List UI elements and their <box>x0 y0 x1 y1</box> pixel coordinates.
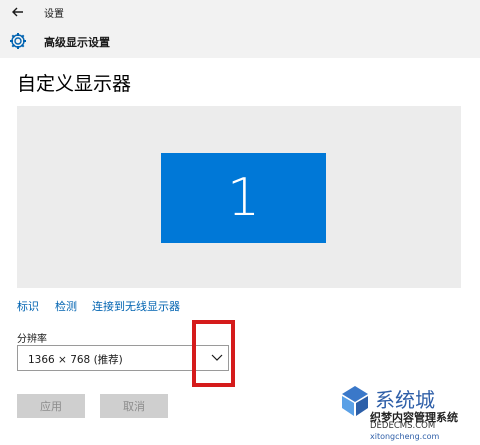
window-title: 设置 <box>44 9 64 20</box>
page-header: 高级显示设置 <box>0 24 480 58</box>
title-bar: 设置 <box>0 0 480 24</box>
highlight-annotation <box>192 320 235 387</box>
page-title: 自定义显示器 <box>17 73 132 95</box>
watermark-line-2: DEDECMS.COM <box>370 421 436 431</box>
apply-button[interactable]: 应用 <box>17 394 85 418</box>
gear-icon <box>10 33 26 49</box>
section-title: 高级显示设置 <box>44 36 110 49</box>
watermark-line-3: xitongcheng.com <box>370 432 440 441</box>
back-arrow-icon[interactable] <box>10 4 26 20</box>
monitor-tile[interactable]: 1 <box>161 153 326 243</box>
detect-link[interactable]: 检测 <box>55 298 77 314</box>
resolution-label: 分辨率 <box>17 334 47 345</box>
resolution-value: 1366 × 768 (推荐) <box>28 354 123 366</box>
display-arrangement-area: 1 <box>17 106 461 288</box>
watermark-logo <box>342 386 368 416</box>
monitor-number: 1 <box>226 168 261 228</box>
cancel-button[interactable]: 取消 <box>100 394 168 418</box>
connect-wireless-display-link[interactable]: 连接到无线显示器 <box>92 298 180 314</box>
identify-link[interactable]: 标识 <box>17 298 39 314</box>
